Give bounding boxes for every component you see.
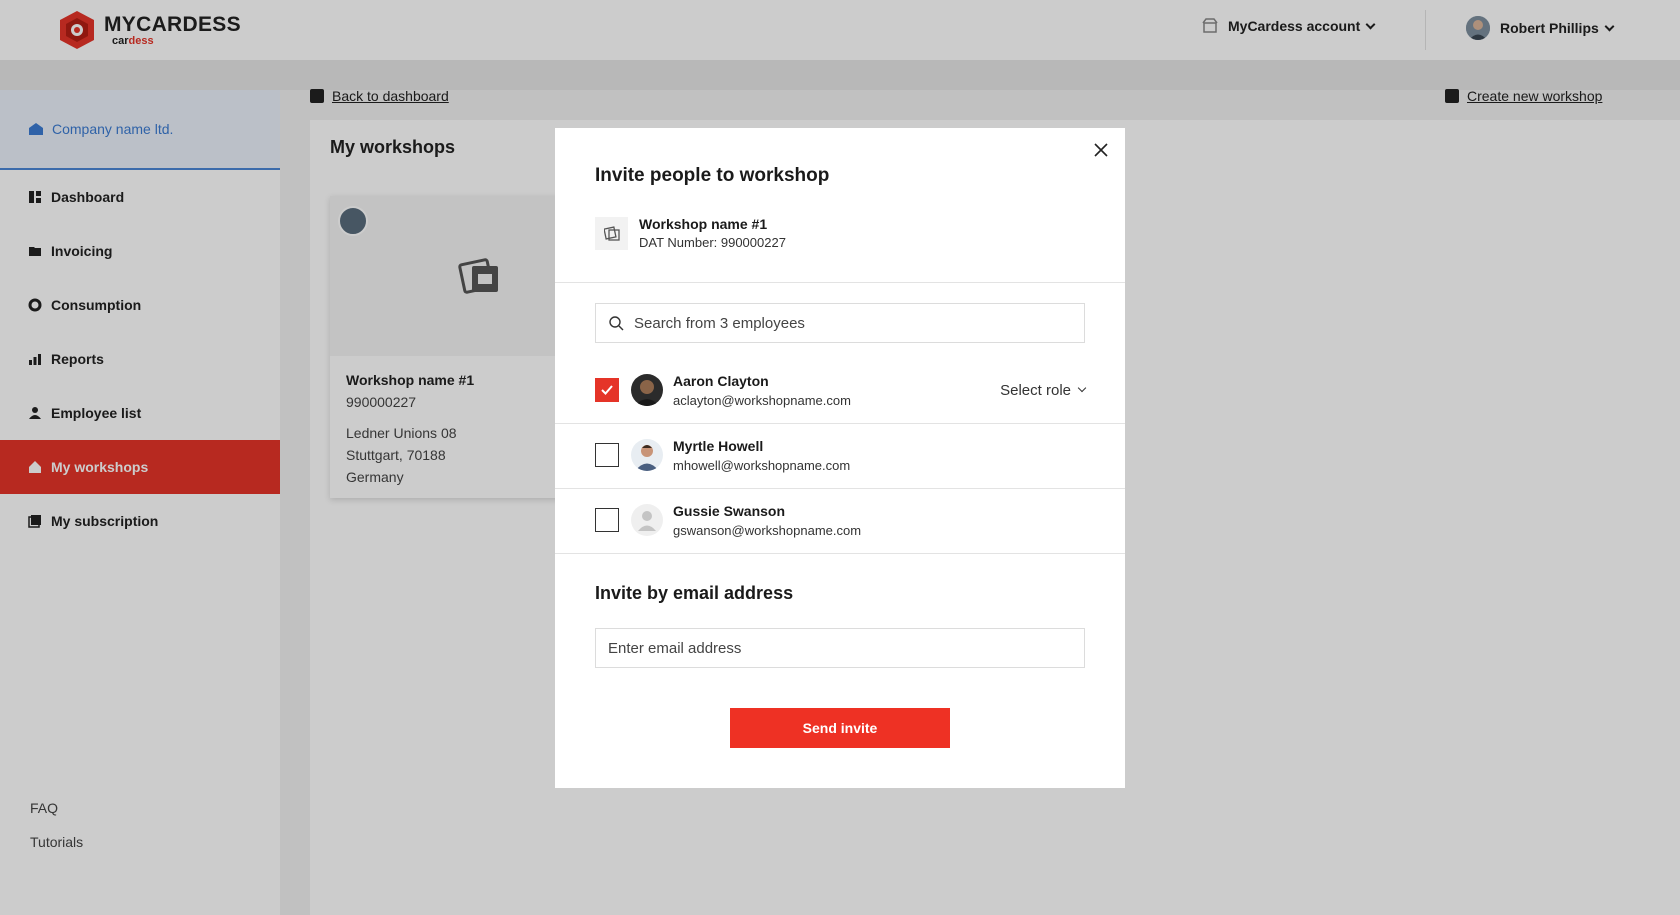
employee-email: mhowell@workshopname.com xyxy=(673,457,851,473)
workshop-info: Workshop name #1 DAT Number: 990000227 xyxy=(595,216,786,250)
avatar xyxy=(631,374,663,406)
email-placeholder: Enter email address xyxy=(608,639,742,657)
workshop-name: Workshop name #1 xyxy=(639,216,768,232)
employee-row: Aaron Clayton aclayton@workshopname.com … xyxy=(595,358,1125,422)
employee-checkbox[interactable] xyxy=(595,443,619,467)
check-icon xyxy=(601,385,613,395)
send-invite-button[interactable]: Send invite xyxy=(730,708,950,748)
workshop-icon xyxy=(595,216,628,250)
divider xyxy=(555,282,1125,283)
invite-by-email-title: Invite by email address xyxy=(595,583,794,603)
employee-name: Gussie Swanson xyxy=(673,502,786,519)
dat-number: DAT Number: 990000227 xyxy=(639,235,786,250)
employee-name: Aaron Clayton xyxy=(673,372,769,389)
modal-title: Invite people to workshop xyxy=(595,165,830,186)
divider xyxy=(555,553,1125,554)
search-placeholder: Search from 3 employees xyxy=(634,314,805,332)
employee-row: Myrtle Howell mhowell@workshopname.com xyxy=(595,423,1125,487)
employee-email: aclayton@workshopname.com xyxy=(673,392,851,408)
avatar xyxy=(631,439,663,471)
select-role-label: Select role xyxy=(1000,381,1071,399)
email-field[interactable]: Enter email address xyxy=(595,628,1085,668)
employee-name: Myrtle Howell xyxy=(673,437,764,454)
employee-search-input[interactable]: Search from 3 employees xyxy=(595,303,1085,343)
avatar-placeholder xyxy=(631,504,663,536)
employee-checkbox[interactable] xyxy=(595,378,619,402)
chevron-down-icon xyxy=(1077,383,1087,393)
select-role-dropdown[interactable]: Select role xyxy=(1000,381,1087,399)
employee-checkbox[interactable] xyxy=(595,508,619,532)
search-icon xyxy=(609,316,624,331)
employee-row: Gussie Swanson gswanson@workshopname.com xyxy=(595,488,1125,552)
close-icon[interactable] xyxy=(1092,141,1110,159)
employee-email: gswanson@workshopname.com xyxy=(673,522,862,538)
